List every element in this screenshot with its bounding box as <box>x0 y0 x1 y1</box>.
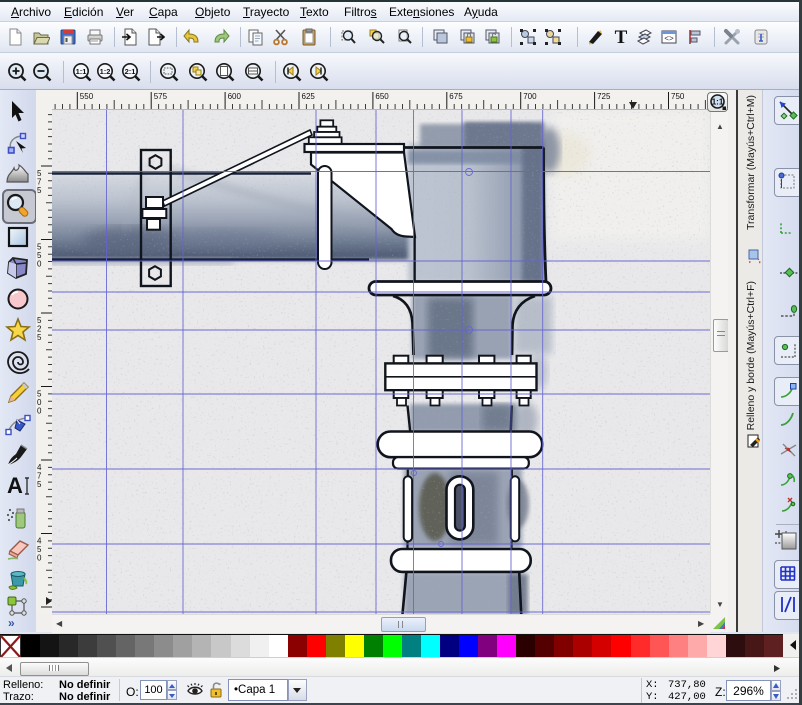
svg-text:700: 700 <box>523 92 537 101</box>
svg-text:0: 0 <box>37 260 42 269</box>
svg-text:A: A <box>7 473 23 498</box>
svg-text:600: 600 <box>228 92 242 101</box>
svg-text:675: 675 <box>449 92 463 101</box>
svg-text:0: 0 <box>37 407 42 416</box>
svg-text:<>: <> <box>664 35 674 44</box>
svg-text:5: 5 <box>37 333 42 342</box>
svg-text:5: 5 <box>37 186 42 195</box>
svg-text:1:1: 1:1 <box>712 98 724 107</box>
svg-text:625: 625 <box>302 92 316 101</box>
svg-text:750: 750 <box>671 92 685 101</box>
svg-text:1:1: 1:1 <box>75 67 86 76</box>
svg-text:650: 650 <box>375 92 389 101</box>
svg-text:550: 550 <box>80 92 94 101</box>
svg-text:T: T <box>615 28 628 46</box>
svg-text:1:2: 1:2 <box>99 67 110 76</box>
svg-text:5: 5 <box>37 480 42 489</box>
svg-text:2:1: 2:1 <box>124 67 135 76</box>
svg-text:725: 725 <box>597 92 611 101</box>
svg-text:575: 575 <box>154 92 168 101</box>
svg-text:0: 0 <box>37 554 42 563</box>
